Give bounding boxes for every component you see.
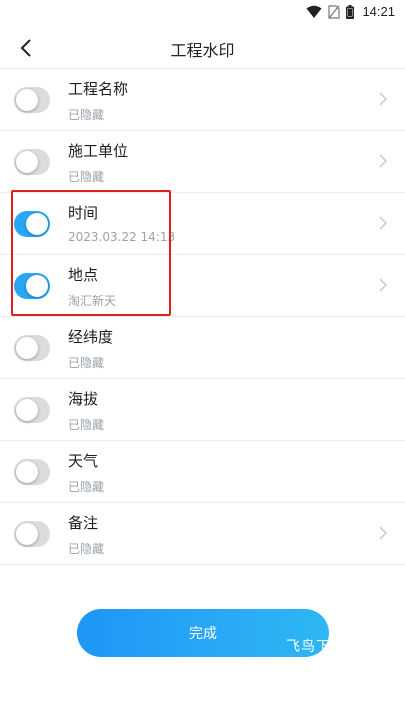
toggle-knob	[26, 275, 48, 297]
setting-status: 已隐藏	[68, 480, 105, 494]
status-icons: 14:21	[306, 4, 395, 19]
setting-title: 经纬度	[68, 328, 114, 346]
toggle-knob	[16, 151, 38, 173]
toggle-knob	[26, 213, 48, 235]
setting-toggle[interactable]	[14, 397, 50, 423]
toggle-knob	[16, 89, 38, 111]
setting-row[interactable]: 工程名称 已隐藏	[0, 69, 405, 131]
toggle-knob	[16, 399, 38, 421]
setting-row[interactable]: 施工单位 已隐藏	[0, 131, 405, 193]
setting-toggle[interactable]	[14, 521, 50, 547]
chevron-right-icon	[379, 92, 387, 106]
setting-row[interactable]: 经纬度 已隐藏	[0, 317, 405, 379]
setting-title: 备注	[68, 514, 99, 532]
chevron-right-icon	[379, 526, 387, 540]
setting-toggle[interactable]	[14, 335, 50, 361]
setting-title: 工程名称	[68, 80, 129, 98]
setting-status: 已隐藏	[68, 108, 105, 122]
watermark-settings-list: 工程名称 已隐藏 施工单位 已隐藏 时间 2023.03.22 14:13 地点 淘汇新天 经纬…	[0, 68, 405, 565]
setting-row[interactable]: 备注 已隐藏	[0, 503, 405, 565]
setting-status: 已隐藏	[68, 418, 105, 432]
setting-status: 已隐藏	[68, 542, 105, 556]
setting-title: 天气	[68, 452, 99, 470]
setting-status: 已隐藏	[68, 170, 105, 184]
watermark-text: 飞鸟下	[286, 639, 331, 655]
page-title: 工程水印	[170, 41, 235, 60]
setting-title: 地点	[68, 266, 99, 284]
title-bar: 工程水印	[0, 26, 405, 70]
setting-row[interactable]: 天气 已隐藏	[0, 441, 405, 503]
battery-icon	[346, 4, 355, 19]
setting-toggle[interactable]	[14, 149, 50, 175]
status-time: 14:21	[362, 4, 395, 19]
wifi-icon	[306, 5, 322, 18]
chevron-right-icon	[379, 154, 387, 168]
toggle-knob	[16, 523, 38, 545]
setting-status: 2023.03.22 14:13	[68, 230, 176, 244]
setting-title: 海拔	[68, 390, 99, 408]
toggle-knob	[16, 461, 38, 483]
setting-toggle[interactable]	[14, 211, 50, 237]
setting-title: 时间	[68, 204, 99, 222]
setting-row[interactable]: 地点 淘汇新天	[0, 255, 405, 317]
setting-row[interactable]: 时间 2023.03.22 14:13	[0, 193, 405, 255]
setting-toggle[interactable]	[14, 273, 50, 299]
no-sim-icon	[328, 4, 341, 19]
chevron-right-icon	[379, 278, 387, 292]
toggle-knob	[16, 337, 38, 359]
setting-toggle[interactable]	[14, 87, 50, 113]
setting-toggle[interactable]	[14, 459, 50, 485]
setting-status: 淘汇新天	[68, 294, 117, 308]
status-bar: 14:21	[0, 0, 405, 26]
chevron-right-icon	[379, 216, 387, 230]
setting-row[interactable]: 海拔 已隐藏	[0, 379, 405, 441]
setting-status: 已隐藏	[68, 356, 105, 370]
setting-title: 施工单位	[68, 142, 129, 160]
